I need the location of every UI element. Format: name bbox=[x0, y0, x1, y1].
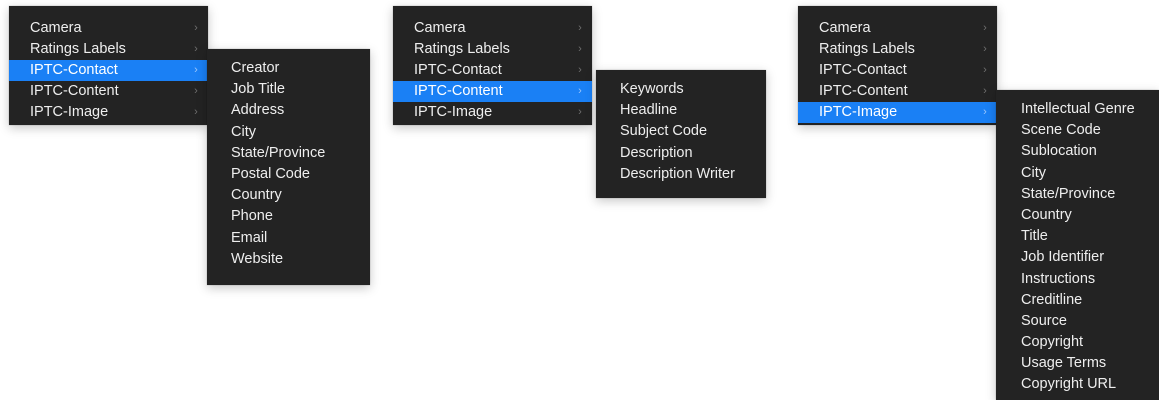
submenu-item-title[interactable]: Title bbox=[996, 226, 1159, 247]
submenu-item-country[interactable]: Country bbox=[996, 205, 1159, 226]
submenu-item-subject-code[interactable]: Subject Code bbox=[596, 121, 766, 142]
menu-item-iptc-image[interactable]: IPTC-Image › bbox=[393, 102, 592, 123]
menu-item-label: IPTC-Contact bbox=[819, 62, 907, 78]
iptc-contact-submenu: Creator Job Title Address City State/Pro… bbox=[207, 49, 370, 285]
chevron-right-icon: › bbox=[578, 106, 582, 118]
menu-item-iptc-image[interactable]: IPTC-Image › bbox=[798, 102, 997, 123]
menu-item-label: Camera bbox=[30, 20, 82, 36]
menu-item-label: IPTC-Image bbox=[30, 104, 109, 120]
menu-item-iptc-content[interactable]: IPTC-Content › bbox=[393, 81, 592, 102]
submenu-item-description[interactable]: Description bbox=[596, 143, 766, 164]
menu-item-label: IPTC-Content bbox=[819, 83, 908, 99]
metadata-category-menu: Camera › Ratings Labels › IPTC-Contact ›… bbox=[798, 6, 997, 125]
chevron-right-icon: › bbox=[578, 64, 582, 76]
submenu-item-address[interactable]: Address bbox=[207, 100, 370, 121]
menu-item-iptc-contact[interactable]: IPTC-Contact › bbox=[798, 60, 997, 81]
menu-item-label: IPTC-Contact bbox=[30, 62, 118, 78]
chevron-right-icon: › bbox=[983, 43, 987, 55]
menu-item-ratings-labels[interactable]: Ratings Labels › bbox=[393, 39, 592, 60]
chevron-right-icon: › bbox=[194, 43, 198, 55]
menu-item-label: Ratings Labels bbox=[30, 41, 126, 57]
menu-item-label: IPTC-Image bbox=[819, 104, 898, 120]
submenu-item-scene-code[interactable]: Scene Code bbox=[996, 120, 1159, 141]
submenu-item-description-writer[interactable]: Description Writer bbox=[596, 164, 766, 185]
submenu-item-creator[interactable]: Creator bbox=[207, 58, 370, 79]
menu-item-label: IPTC-Content bbox=[30, 83, 119, 99]
chevron-right-icon: › bbox=[983, 85, 987, 97]
submenu-item-intellectual-genre[interactable]: Intellectual Genre bbox=[996, 99, 1159, 120]
chevron-right-icon: › bbox=[578, 22, 582, 34]
menu-item-label: IPTC-Content bbox=[414, 83, 503, 99]
menu-item-iptc-contact[interactable]: IPTC-Contact › bbox=[393, 60, 592, 81]
menu-item-label: Ratings Labels bbox=[819, 41, 915, 57]
submenu-item-instructions[interactable]: Instructions bbox=[996, 269, 1159, 290]
submenu-item-country[interactable]: Country bbox=[207, 185, 370, 206]
submenu-item-state-province[interactable]: State/Province bbox=[996, 184, 1159, 205]
chevron-right-icon: › bbox=[194, 22, 198, 34]
submenu-item-job-title[interactable]: Job Title bbox=[207, 79, 370, 100]
metadata-category-menu: Camera › Ratings Labels › IPTC-Contact ›… bbox=[9, 6, 208, 125]
submenu-item-creditline[interactable]: Creditline bbox=[996, 290, 1159, 311]
menu-item-ratings-labels[interactable]: Ratings Labels › bbox=[9, 39, 208, 60]
menu-item-camera[interactable]: Camera › bbox=[9, 18, 208, 39]
submenu-item-source[interactable]: Source bbox=[996, 311, 1159, 332]
submenu-item-email[interactable]: Email bbox=[207, 228, 370, 249]
submenu-item-usage-terms[interactable]: Usage Terms bbox=[996, 353, 1159, 374]
menu-item-iptc-content[interactable]: IPTC-Content › bbox=[9, 81, 208, 102]
submenu-item-city[interactable]: City bbox=[207, 122, 370, 143]
chevron-right-icon: › bbox=[578, 85, 582, 97]
submenu-item-headline[interactable]: Headline bbox=[596, 100, 766, 121]
submenu-item-postal-code[interactable]: Postal Code bbox=[207, 164, 370, 185]
menu-item-camera[interactable]: Camera › bbox=[393, 18, 592, 39]
iptc-image-submenu: Intellectual Genre Scene Code Sublocatio… bbox=[996, 90, 1159, 400]
submenu-item-copyright[interactable]: Copyright bbox=[996, 332, 1159, 353]
chevron-right-icon: › bbox=[194, 85, 198, 97]
submenu-item-copyright-url[interactable]: Copyright URL bbox=[996, 374, 1159, 395]
menu-item-label: IPTC-Image bbox=[414, 104, 493, 120]
menu-item-camera[interactable]: Camera › bbox=[798, 18, 997, 39]
iptc-content-submenu: Keywords Headline Subject Code Descripti… bbox=[596, 70, 766, 198]
menu-item-label: Ratings Labels bbox=[414, 41, 510, 57]
submenu-item-city[interactable]: City bbox=[996, 163, 1159, 184]
menu-item-ratings-labels[interactable]: Ratings Labels › bbox=[798, 39, 997, 60]
chevron-right-icon: › bbox=[578, 43, 582, 55]
menu-item-label: IPTC-Contact bbox=[414, 62, 502, 78]
submenu-item-sublocation[interactable]: Sublocation bbox=[996, 141, 1159, 162]
metadata-category-menu: Camera › Ratings Labels › IPTC-Contact ›… bbox=[393, 6, 592, 125]
chevron-right-icon: › bbox=[194, 64, 198, 76]
menu-item-iptc-contact[interactable]: IPTC-Contact › bbox=[9, 60, 208, 81]
submenu-item-keywords[interactable]: Keywords bbox=[596, 79, 766, 100]
menu-item-label: Camera bbox=[414, 20, 466, 36]
submenu-item-website[interactable]: Website bbox=[207, 249, 370, 270]
chevron-right-icon: › bbox=[983, 64, 987, 76]
submenu-item-job-identifier[interactable]: Job Identifier bbox=[996, 247, 1159, 268]
menu-item-label: Camera bbox=[819, 20, 871, 36]
submenu-item-phone[interactable]: Phone bbox=[207, 206, 370, 227]
chevron-right-icon: › bbox=[983, 22, 987, 34]
menu-item-iptc-content[interactable]: IPTC-Content › bbox=[798, 81, 997, 102]
submenu-item-state-province[interactable]: State/Province bbox=[207, 143, 370, 164]
menu-item-iptc-image[interactable]: IPTC-Image › bbox=[9, 102, 208, 123]
chevron-right-icon: › bbox=[983, 106, 987, 118]
chevron-right-icon: › bbox=[194, 106, 198, 118]
